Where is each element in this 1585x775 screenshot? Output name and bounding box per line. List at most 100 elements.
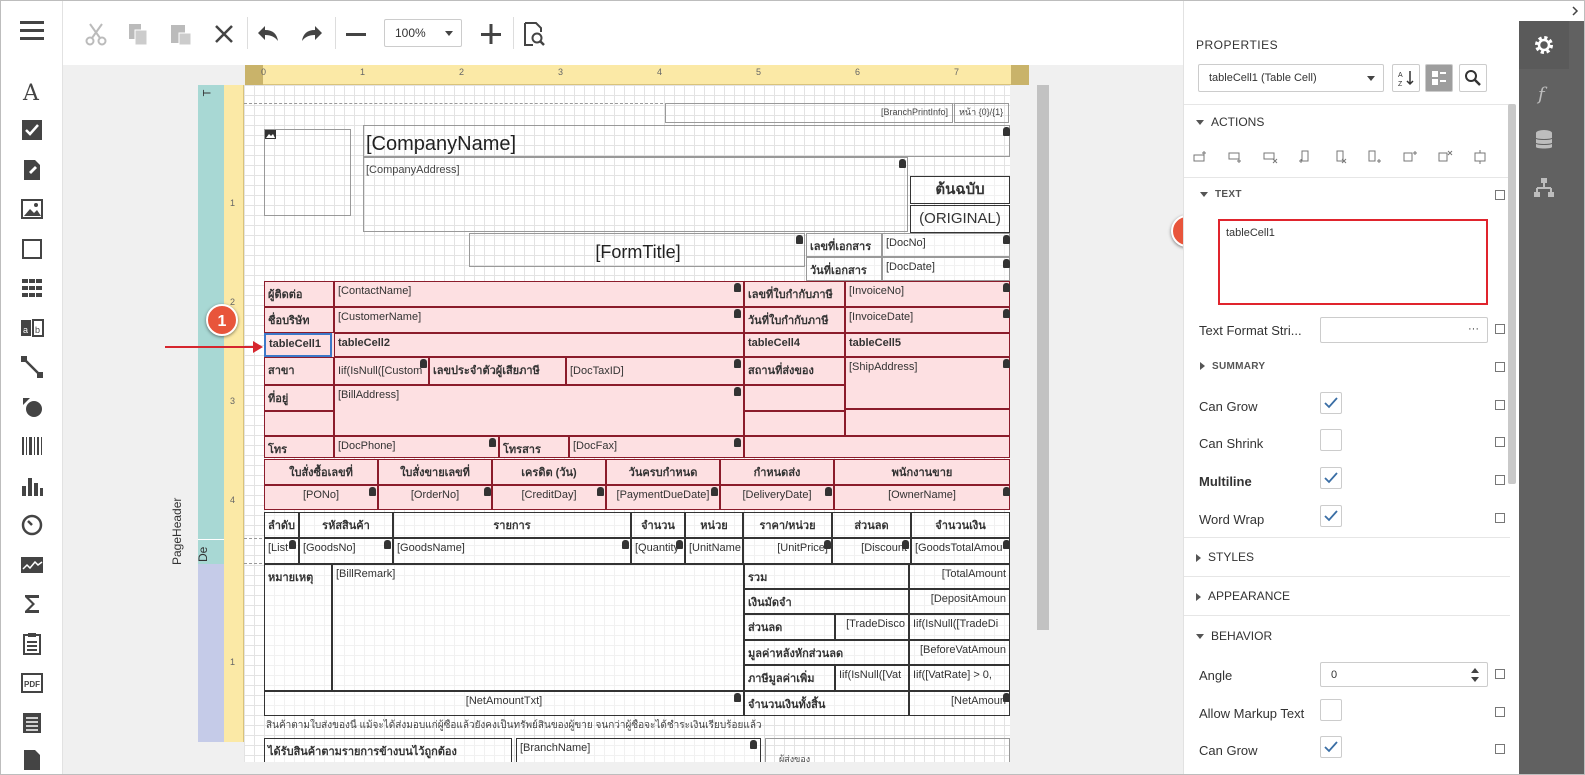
property-marker[interactable] — [1495, 475, 1505, 485]
item-header[interactable]: ส่วนลด — [832, 512, 911, 538]
sum-value[interactable]: [DepositAmoun — [909, 589, 1010, 614]
order-value[interactable]: [CreditDay] — [492, 485, 606, 510]
empty-cell[interactable] — [744, 436, 1010, 458]
summary-section[interactable]: SUMMARY — [1200, 361, 1265, 372]
sum-value[interactable]: Iif(IsNull([TradeDi — [909, 614, 1010, 640]
item-value[interactable]: [UnitPrice] — [743, 538, 832, 564]
allow-markup-checkbox[interactable] — [1320, 699, 1342, 721]
spin-up-icon[interactable] — [1471, 668, 1479, 673]
empty-cell[interactable] — [845, 409, 1010, 436]
item-header[interactable]: จำนวนเงิน — [911, 512, 1010, 538]
can-shrink-checkbox[interactable] — [1320, 429, 1342, 451]
form-title-box[interactable]: [FormTitle] — [469, 233, 805, 267]
empty-cell[interactable] — [744, 385, 845, 411]
chevron-right-icon[interactable] — [1570, 6, 1580, 16]
doc-no[interactable]: [DocNo] — [882, 233, 1010, 257]
order-header[interactable]: กำหนดส่ง — [720, 459, 834, 485]
order-value[interactable]: [DeliveryDate] — [720, 485, 834, 510]
item-header[interactable]: รหัสสินค้า — [299, 512, 393, 538]
property-marker[interactable] — [1495, 437, 1505, 447]
page-info-icon[interactable] — [20, 748, 44, 772]
property-marker[interactable] — [1495, 190, 1505, 200]
item-value[interactable]: [GoodsName] — [393, 538, 631, 564]
checkbox-icon[interactable] — [20, 118, 44, 142]
invoice-date-label[interactable]: วันที่ใบกำกับภาษี — [744, 307, 845, 333]
copy-icon[interactable] — [125, 21, 151, 47]
sparkline-icon[interactable] — [20, 553, 44, 577]
item-header[interactable]: ราคา/หน่วย — [743, 512, 832, 538]
property-marker[interactable] — [1495, 513, 1505, 523]
summary-icon[interactable] — [20, 592, 44, 616]
cut-icon[interactable] — [83, 21, 109, 47]
paste-icon[interactable] — [168, 21, 194, 47]
barcode-icon[interactable] — [20, 434, 44, 458]
search-icon[interactable] — [1459, 64, 1487, 92]
original-en[interactable]: (ORIGINAL) — [910, 205, 1010, 233]
item-value[interactable]: [UnitName — [685, 538, 743, 564]
item-header[interactable]: จำนวน — [631, 512, 685, 538]
company-address-box[interactable]: [CompanyAddress] — [363, 157, 908, 232]
sum-mid[interactable]: Iif(IsNull([Vat — [835, 665, 909, 691]
zoom-out-icon[interactable] — [343, 21, 369, 47]
zoom-select[interactable]: 100% — [384, 19, 462, 47]
band-report-footer[interactable] — [198, 564, 224, 742]
chart-icon[interactable] — [20, 474, 44, 498]
branch-label[interactable]: สาขา — [264, 357, 334, 385]
property-marker[interactable] — [1495, 400, 1505, 410]
word-wrap-checkbox[interactable] — [1320, 505, 1342, 527]
insert-cell-icon[interactable] — [1402, 149, 1418, 165]
table-icon[interactable] — [20, 276, 44, 300]
remark-label[interactable]: หมายเหตุ — [264, 564, 332, 691]
item-header[interactable]: ลำดับ — [264, 512, 299, 538]
tab-report-explorer[interactable] — [1519, 164, 1569, 212]
sum-mid[interactable]: [TradeDisco — [835, 614, 909, 640]
tax-id-label[interactable]: เลขประจำตัวผู้เสียภาษี — [429, 357, 566, 385]
insert-row-above-icon[interactable] — [1192, 149, 1208, 165]
property-marker[interactable] — [1495, 669, 1505, 679]
sum-value[interactable]: Iif([VatRate] > 0, — [909, 665, 1010, 691]
invoice-no-label[interactable]: เลขที่ใบกำกับภาษี — [744, 281, 845, 307]
bill-remark[interactable]: [BillRemark] — [332, 564, 744, 691]
text-format-input[interactable]: ··· — [1320, 317, 1488, 343]
doc-date[interactable]: [DocDate] — [882, 257, 1010, 281]
gauge-icon[interactable] — [20, 513, 44, 537]
company-name-box[interactable]: [CompanyName] — [363, 125, 1010, 157]
address-label[interactable]: ที่อยู่ — [264, 385, 334, 411]
surface-scrollbar[interactable] — [1037, 85, 1049, 630]
property-marker[interactable] — [1495, 362, 1505, 372]
actions-section[interactable]: ACTIONS — [1196, 115, 1264, 129]
sum-label[interactable]: มูลค่าหลังหักส่วนลด — [744, 640, 909, 665]
phone-label[interactable]: โทร — [264, 436, 334, 458]
contact-name[interactable]: [ContactName] — [334, 281, 744, 307]
sum-value[interactable]: [TotalAmount — [909, 564, 1010, 589]
redo-icon[interactable] — [299, 21, 325, 47]
delete-cell-icon[interactable] — [1437, 149, 1453, 165]
zoom-in-icon[interactable] — [478, 21, 504, 47]
ship-address[interactable]: [ShipAddress] — [845, 357, 1010, 409]
menu-icon[interactable] — [20, 21, 44, 43]
label-icon[interactable]: A — [20, 79, 44, 106]
sum-label[interactable]: ส่วนลด — [744, 614, 835, 640]
text-section[interactable]: TEXT — [1200, 189, 1242, 200]
item-header[interactable]: หน่วย — [685, 512, 743, 538]
item-header[interactable]: รายการ — [393, 512, 631, 538]
branch-name[interactable]: [BranchName] — [516, 738, 761, 762]
sort-alpha-icon[interactable]: AZ — [1392, 64, 1420, 92]
order-value[interactable]: [OrderNo] — [378, 485, 492, 510]
component-select[interactable]: tableCell1 (Table Cell) — [1198, 64, 1384, 92]
can-grow-checkbox[interactable] — [1320, 736, 1342, 758]
sum-label[interactable]: เงินมัดจำ — [744, 589, 909, 614]
appearance-section[interactable]: APPEARANCE — [1196, 589, 1290, 603]
picture-icon[interactable] — [20, 197, 44, 221]
empty-cell[interactable] — [744, 411, 845, 436]
branch-print-box[interactable]: [BranchPrintInfo] — [665, 103, 953, 123]
can-grow-checkbox[interactable] — [1320, 392, 1342, 414]
order-header[interactable]: วันครบกำหนด — [606, 459, 720, 485]
delete-column-icon[interactable] — [1332, 149, 1348, 165]
sum-value[interactable]: [BeforeVatAmoun — [909, 640, 1010, 665]
ellipsis-button[interactable]: ··· — [1468, 317, 1479, 341]
properties-scrollbar[interactable] — [1508, 104, 1516, 484]
delete-row-icon[interactable] — [1262, 149, 1278, 165]
order-header[interactable]: ใบสั่งซื้อเลขที่ — [264, 459, 378, 485]
categories-icon[interactable] — [1425, 64, 1453, 92]
